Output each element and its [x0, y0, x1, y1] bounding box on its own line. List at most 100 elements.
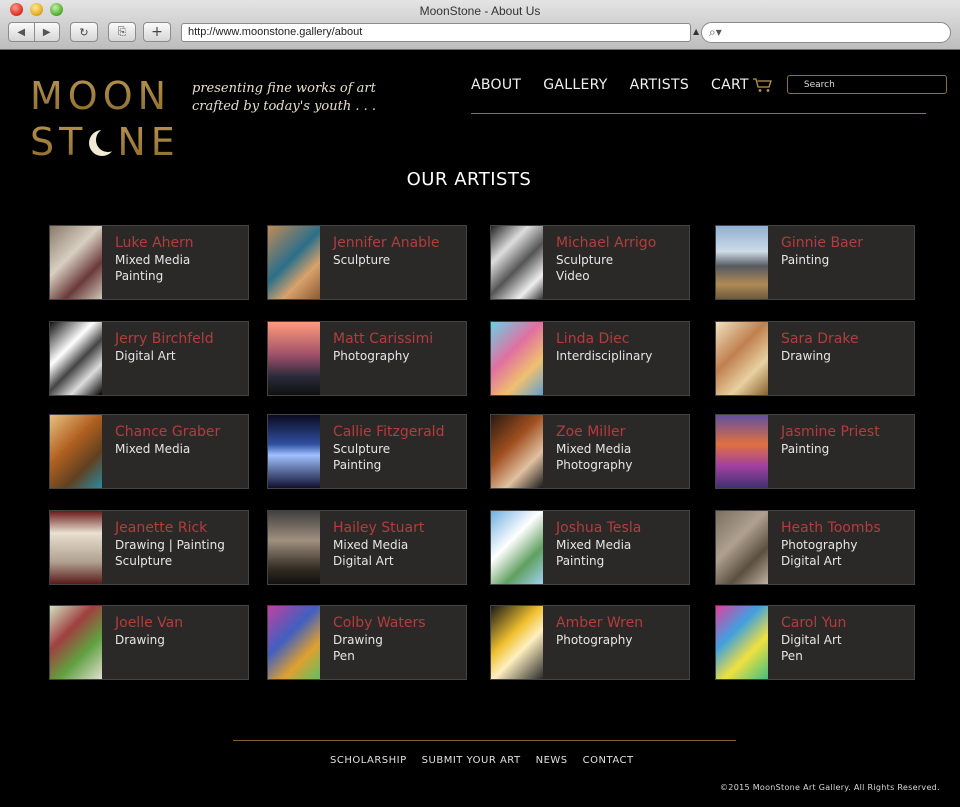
artist-card[interactable]: Chance Graber Mixed Media	[49, 414, 249, 489]
artist-medium: Photography	[556, 633, 633, 647]
artist-card[interactable]: Amber Wren Photography	[490, 605, 690, 680]
artist-card[interactable]: Michael Arrigo Sculpture Video	[490, 225, 690, 300]
artist-name[interactable]: Michael Arrigo	[556, 235, 656, 251]
artist-name[interactable]: Zoe Miller	[556, 424, 632, 440]
nav-cart[interactable]: CART	[711, 77, 773, 93]
forward-arrow-icon[interactable]: ▶	[35, 23, 60, 41]
artist-medium: Mixed Media	[556, 538, 632, 552]
artist-medium: Pen	[781, 649, 803, 663]
artist-thumbnail[interactable]	[716, 511, 768, 584]
artist-thumbnail[interactable]	[268, 606, 320, 679]
snapback-button[interactable]: ⎘	[108, 22, 136, 42]
footer-link-submit[interactable]: SUBMIT YOUR ART	[422, 755, 521, 766]
artist-thumbnail[interactable]	[50, 322, 102, 395]
artist-name[interactable]: Luke Ahern	[115, 235, 194, 251]
moonstone-logo[interactable]: MOON ST NE	[30, 73, 190, 165]
artist-name[interactable]: Jasmine Priest	[781, 424, 880, 440]
add-bookmark-button[interactable]: +	[143, 22, 171, 42]
artist-name[interactable]: Joshua Tesla	[556, 520, 641, 536]
artist-name[interactable]: Heath Toombs	[781, 520, 881, 536]
artist-card[interactable]: Heath Toombs Photography Digital Art	[715, 510, 915, 585]
artist-medium: Painting	[556, 554, 605, 568]
tagline: presenting fine works of art crafted by …	[192, 81, 377, 114]
artist-thumbnail[interactable]	[491, 511, 543, 584]
artist-medium: Digital Art	[333, 554, 394, 568]
artist-name[interactable]: Chance Graber	[115, 424, 220, 440]
site-search-input[interactable]: Search	[786, 75, 947, 94]
artist-medium: Mixed Media	[556, 442, 632, 456]
artist-card[interactable]: Zoe Miller Mixed Media Photography	[490, 414, 690, 489]
artist-card[interactable]: Joelle Van Drawing	[49, 605, 249, 680]
artist-thumbnail[interactable]	[50, 606, 102, 679]
artist-card[interactable]: Colby Waters Drawing Pen	[267, 605, 467, 680]
artist-thumbnail[interactable]	[716, 606, 768, 679]
page-title: OUR ARTISTS	[406, 169, 532, 190]
artist-name[interactable]: Linda Diec	[556, 331, 652, 347]
artist-thumbnail[interactable]	[716, 415, 768, 488]
footer-link-contact[interactable]: CONTACT	[583, 755, 634, 766]
artist-thumbnail[interactable]	[716, 226, 768, 299]
artist-card[interactable]: Callie Fitzgerald Sculpture Painting	[267, 414, 467, 489]
artist-card[interactable]: Jeanette Rick Drawing | Painting Sculpture	[49, 510, 249, 585]
artist-card[interactable]: Jerry Birchfeld Digital Art	[49, 321, 249, 396]
artist-card[interactable]: Hailey Stuart Mixed Media Digital Art	[267, 510, 467, 585]
artist-name[interactable]: Callie Fitzgerald	[333, 424, 444, 440]
browser-search-field[interactable]: ⌕▾	[701, 22, 951, 43]
artist-name[interactable]: Hailey Stuart	[333, 520, 424, 536]
artist-name[interactable]: Colby Waters	[333, 615, 426, 631]
nav-divider	[471, 113, 926, 114]
artist-thumbnail[interactable]	[50, 511, 102, 584]
address-dropdown-icon[interactable]: ▲	[693, 27, 699, 36]
artist-info: Jasmine Priest Painting	[768, 415, 880, 488]
copyright: ©2015 MoonStone Art Gallery. All Rights …	[720, 783, 940, 792]
artist-name[interactable]: Jerry Birchfeld	[115, 331, 214, 347]
artist-medium: Pen	[333, 649, 355, 663]
snapshot-icon: ⎘	[117, 25, 127, 38]
artist-card[interactable]: Joshua Tesla Mixed Media Painting	[490, 510, 690, 585]
artist-name[interactable]: Ginnie Baer	[781, 235, 863, 251]
artist-thumbnail[interactable]	[268, 511, 320, 584]
artist-thumbnail[interactable]	[268, 226, 320, 299]
artist-card[interactable]: Jasmine Priest Painting	[715, 414, 915, 489]
artist-thumbnail[interactable]	[491, 322, 543, 395]
artist-name[interactable]: Jeanette Rick	[115, 520, 225, 536]
artist-thumbnail[interactable]	[268, 415, 320, 488]
artist-name[interactable]: Sara Drake	[781, 331, 859, 347]
artist-card[interactable]: Jennifer Anable Sculpture	[267, 225, 467, 300]
artist-thumbnail[interactable]	[491, 226, 543, 299]
artist-name[interactable]: Jennifer Anable	[333, 235, 440, 251]
nav-about[interactable]: ABOUT	[471, 77, 521, 93]
reload-button[interactable]: ↻	[70, 22, 98, 42]
address-bar[interactable]: http://www.moonstone.gallery/about	[181, 23, 691, 42]
artist-thumbnail[interactable]	[50, 226, 102, 299]
artist-card[interactable]: Ginnie Baer Painting	[715, 225, 915, 300]
artist-name[interactable]: Matt Carissimi	[333, 331, 433, 347]
crescent-moon-icon	[89, 128, 121, 158]
footer-link-news[interactable]: NEWS	[536, 755, 568, 766]
artist-thumbnail[interactable]	[50, 415, 102, 488]
artist-thumbnail[interactable]	[491, 415, 543, 488]
artist-medium: Digital Art	[115, 349, 176, 363]
nav-artists[interactable]: ARTISTS	[630, 77, 689, 93]
artist-card[interactable]: Linda Diec Interdisciplinary	[490, 321, 690, 396]
artist-card[interactable]: Sara Drake Drawing	[715, 321, 915, 396]
footer-link-scholarship[interactable]: SCHOLARSHIP	[330, 755, 407, 766]
artist-medium: Painting	[333, 458, 382, 472]
nav-gallery[interactable]: GALLERY	[543, 77, 607, 93]
artist-card[interactable]: Matt Carissimi Photography	[267, 321, 467, 396]
artist-medium: Painting	[781, 253, 830, 267]
artist-name[interactable]: Carol Yun	[781, 615, 846, 631]
back-arrow-icon[interactable]: ◀	[9, 23, 35, 41]
artist-thumbnail[interactable]	[716, 322, 768, 395]
artist-thumbnail[interactable]	[491, 606, 543, 679]
page-content: MOON ST NE presenting fine works of art c…	[0, 51, 960, 807]
artist-name[interactable]: Joelle Van	[115, 615, 183, 631]
artist-medium: Drawing	[333, 633, 383, 647]
artist-thumbnail[interactable]	[268, 322, 320, 395]
footer-nav: SCHOLARSHIP SUBMIT YOUR ART NEWS CONTACT	[330, 755, 649, 766]
artist-info: Jerry Birchfeld Digital Art	[102, 322, 214, 395]
artist-card[interactable]: Luke Ahern Mixed Media Painting	[49, 225, 249, 300]
artist-info: Chance Graber Mixed Media	[102, 415, 220, 488]
artist-name[interactable]: Amber Wren	[556, 615, 643, 631]
artist-card[interactable]: Carol Yun Digital Art Pen	[715, 605, 915, 680]
